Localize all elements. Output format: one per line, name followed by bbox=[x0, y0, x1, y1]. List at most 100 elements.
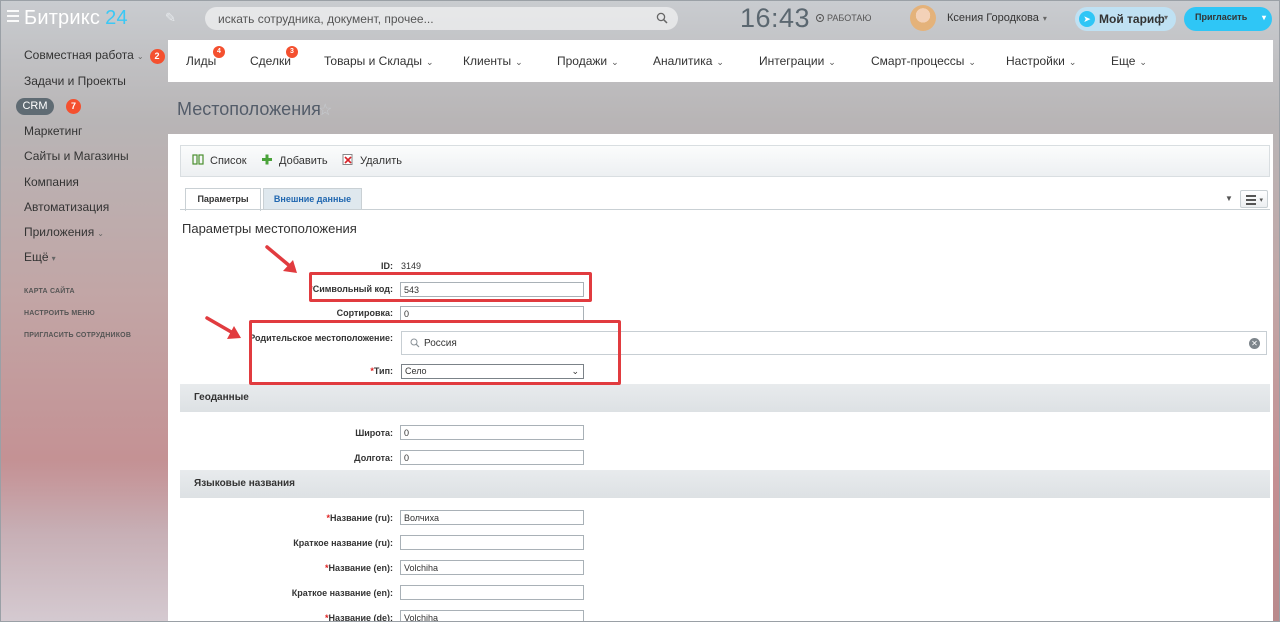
list-label: Список bbox=[210, 155, 247, 167]
sidebar-item-label: Компания bbox=[24, 175, 79, 189]
sidebar-item-company[interactable]: Компания bbox=[24, 175, 79, 189]
sidebar-item-sites[interactable]: Сайты и Магазины bbox=[24, 149, 129, 163]
chevron-down-icon: ▾ bbox=[1261, 13, 1266, 22]
nav-more[interactable]: Еще ⌄ bbox=[1111, 54, 1147, 68]
nav-deals[interactable]: Сделки 3 bbox=[250, 46, 298, 68]
sidebar-item-label: Маркетинг bbox=[24, 124, 83, 138]
work-status[interactable]: РАБОТАЮ bbox=[816, 13, 872, 23]
sidebar-item-label: Автоматизация bbox=[24, 200, 110, 214]
settings-menu-button[interactable]: ▾ bbox=[1240, 190, 1268, 208]
short-name-ru-input[interactable] bbox=[400, 535, 584, 550]
invite-button[interactable]: Пригласить ▾ bbox=[1184, 7, 1272, 31]
user-menu[interactable]: Ксения Городкова ▾ bbox=[947, 12, 1047, 24]
search-placeholder: искать сотрудника, документ, прочее... bbox=[218, 12, 434, 26]
tab-external-data[interactable]: Внешние данные bbox=[263, 188, 362, 210]
tab-parameters[interactable]: Параметры bbox=[185, 188, 261, 211]
chevron-down-icon: ▾ bbox=[1042, 14, 1047, 23]
work-status-label: РАБОТАЮ bbox=[827, 13, 872, 23]
sidebar-item-marketing[interactable]: Маркетинг bbox=[24, 124, 82, 138]
nav-smart-processes[interactable]: Смарт-процессы ⌄ bbox=[871, 54, 976, 68]
sidebar: Совместная работа ⌄ 2 Задачи и Проекты CRM… bbox=[0, 40, 168, 622]
name-ru-input[interactable] bbox=[400, 510, 584, 525]
sidebar-item-tasks[interactable]: Задачи и Проекты bbox=[24, 74, 126, 88]
nav-label: Интеграции bbox=[759, 54, 825, 68]
sidebar-item-more[interactable]: Ещё ▾ bbox=[24, 250, 56, 264]
nav-label: Сделки bbox=[250, 54, 291, 68]
sidebar-item-apps[interactable]: Приложения ⌄ bbox=[24, 225, 104, 239]
chevron-down-icon: ⌄ bbox=[515, 57, 523, 67]
list-button[interactable]: Список bbox=[192, 154, 247, 167]
chevron-down-icon: ⌄ bbox=[1068, 57, 1077, 67]
invite-employees-link[interactable]: ПРИГЛАСИТЬ СОТРУДНИКОВ bbox=[24, 332, 131, 339]
nav-products[interactable]: Товары и Склады ⌄ bbox=[324, 54, 434, 68]
nav-integrations[interactable]: Интеграции ⌄ bbox=[759, 54, 836, 68]
chevron-down-icon: ⌄ bbox=[828, 57, 836, 67]
count-badge: 3 bbox=[286, 46, 298, 58]
name-de-label: *Название (de): bbox=[325, 613, 393, 622]
count-badge: 7 bbox=[66, 99, 81, 114]
sidebar-item-label: Совместная работа bbox=[24, 48, 134, 62]
clock: 16:43 bbox=[740, 3, 811, 33]
avatar[interactable] bbox=[910, 5, 936, 31]
chevron-down-icon: ▾ bbox=[1163, 13, 1168, 22]
sort-input[interactable] bbox=[400, 306, 584, 321]
logo[interactable]: Битрикс 24 bbox=[24, 7, 128, 30]
latitude-input[interactable] bbox=[400, 425, 584, 440]
nav-leads[interactable]: Лиды 4 bbox=[186, 46, 225, 68]
nav-label: Еще bbox=[1111, 54, 1136, 68]
id-label: ID: bbox=[381, 261, 393, 271]
latitude-label: Широта: bbox=[355, 428, 393, 438]
add-label: Добавить bbox=[279, 155, 328, 167]
clear-icon[interactable]: ✕ bbox=[1249, 338, 1260, 349]
menu-burger-icon[interactable] bbox=[7, 10, 19, 22]
annotation-arrow-icon bbox=[205, 316, 241, 339]
chevron-down-icon: ⌄ bbox=[1139, 57, 1147, 67]
search-box[interactable]: искать сотрудника, документ, прочее... bbox=[205, 7, 678, 30]
short-name-en-label: Краткое название (en): bbox=[291, 588, 393, 598]
longitude-input[interactable] bbox=[400, 450, 584, 465]
nav-analytics[interactable]: Аналитика ⌄ bbox=[653, 54, 724, 68]
edit-pencil-icon[interactable]: ✎ bbox=[165, 10, 176, 26]
short-name-ru-label: Краткое название (ru): bbox=[293, 538, 393, 548]
short-name-en-input[interactable] bbox=[400, 585, 584, 600]
sidebar-item-label: Задачи и Проекты bbox=[24, 74, 126, 88]
nav-clients[interactable]: Клиенты ⌄ bbox=[463, 54, 523, 68]
sidebar-item-collaboration[interactable]: Совместная работа ⌄ 2 bbox=[24, 48, 165, 64]
nav-settings[interactable]: Настройки ⌄ bbox=[1006, 54, 1076, 68]
tab-divider bbox=[180, 209, 1270, 210]
rocket-icon: ➤ bbox=[1079, 11, 1095, 27]
configure-menu-link[interactable]: НАСТРОИТЬ МЕНЮ bbox=[24, 310, 95, 317]
nav-label: Товары и Склады bbox=[324, 54, 423, 68]
sidebar-item-automation[interactable]: Автоматизация bbox=[24, 200, 109, 214]
chevron-down-icon: ⌄ bbox=[968, 57, 976, 67]
sidebar-item-label: Приложения bbox=[24, 225, 95, 239]
name-en-label: *Название (en): bbox=[325, 563, 393, 573]
star-icon[interactable]: ☆ bbox=[318, 100, 332, 120]
search-icon[interactable] bbox=[656, 12, 668, 24]
name-de-input[interactable] bbox=[400, 610, 584, 622]
chevron-down-icon: ▾ bbox=[51, 254, 56, 263]
sidebar-item-label: Ещё bbox=[24, 250, 49, 264]
chevron-down-icon: ⌄ bbox=[716, 57, 724, 67]
count-badge: 2 bbox=[149, 49, 165, 64]
highlight-box bbox=[249, 320, 621, 385]
chevron-down-icon: ⌄ bbox=[426, 57, 434, 67]
lang-section-header: Языковые названия bbox=[180, 470, 1270, 498]
chevron-down-icon: ⌄ bbox=[97, 229, 104, 238]
sitemap-link[interactable]: КАРТА САЙТА bbox=[24, 288, 75, 295]
name-de-label-text: Название (de): bbox=[328, 613, 393, 622]
toolbar: Список Добавить Удалить bbox=[180, 145, 1270, 177]
sidebar-item-crm[interactable]: CRM bbox=[16, 98, 54, 115]
invite-label: Пригласить bbox=[1195, 12, 1248, 22]
name-ru-label-text: Название (ru): bbox=[330, 513, 393, 523]
lang-header-label: Языковые названия bbox=[194, 478, 296, 489]
section-title: Параметры местоположения bbox=[182, 221, 357, 236]
tariff-label: Мой тариф bbox=[1099, 12, 1165, 26]
name-en-input[interactable] bbox=[400, 560, 584, 575]
nav-label: Настройки bbox=[1006, 54, 1065, 68]
chevron-down-icon[interactable]: ▼ bbox=[1225, 194, 1233, 203]
delete-button[interactable]: Удалить bbox=[342, 154, 402, 167]
tariff-button[interactable]: ➤ Мой тариф ▾ bbox=[1075, 7, 1176, 31]
nav-sales[interactable]: Продажи ⌄ bbox=[557, 54, 619, 68]
add-button[interactable]: Добавить bbox=[261, 154, 328, 167]
